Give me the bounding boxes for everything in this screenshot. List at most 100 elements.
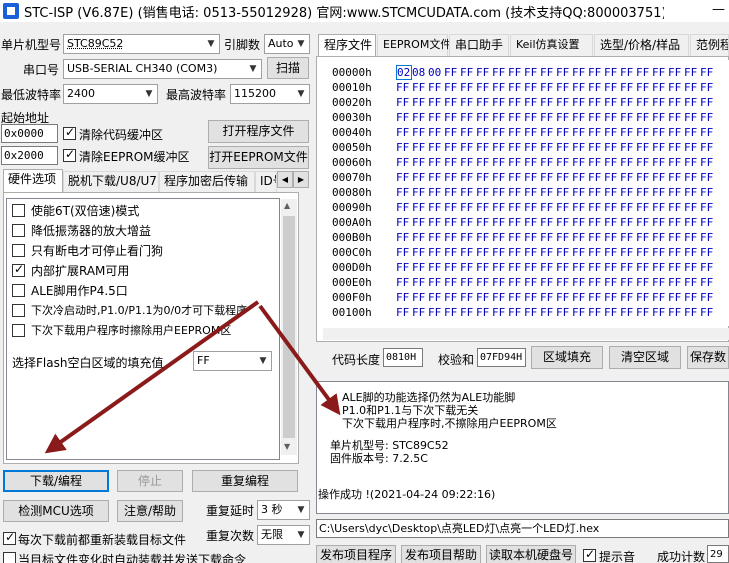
hex-byte[interactable]: FF [428, 246, 444, 259]
option-checkbox[interactable] [12, 284, 25, 297]
hex-byte[interactable]: FF [556, 66, 572, 79]
hex-byte[interactable]: FF [396, 186, 412, 199]
hex-byte[interactable]: FF [460, 291, 476, 304]
hex-byte[interactable]: FF [460, 246, 476, 259]
hex-byte[interactable]: FF [428, 96, 444, 109]
auto-load-checkbox[interactable] [3, 552, 16, 563]
hex-byte[interactable]: FF [540, 111, 556, 124]
hex-byte[interactable]: FF [540, 156, 556, 169]
hex-byte[interactable]: FF [604, 96, 620, 109]
hex-byte[interactable]: FF [524, 306, 540, 319]
hex-byte[interactable]: FF [492, 156, 508, 169]
hex-byte[interactable]: FF [444, 111, 460, 124]
hex-byte[interactable]: FF [556, 246, 572, 259]
hex-byte[interactable]: FF [620, 186, 636, 199]
hex-byte[interactable]: FF [636, 186, 652, 199]
hex-byte[interactable]: FF [700, 171, 716, 184]
hex-byte[interactable]: FF [508, 66, 524, 79]
option-watchdog[interactable]: 只有断电才可停止看门狗 [12, 242, 272, 260]
minimize-button[interactable]: — [708, 0, 729, 22]
hex-byte[interactable]: FF [684, 231, 700, 244]
hex-byte[interactable]: FF [668, 81, 684, 94]
hex-byte[interactable]: FF [460, 66, 476, 79]
hex-byte[interactable]: FF [412, 261, 428, 274]
hex-byte[interactable]: FF [412, 276, 428, 289]
max-baud-select[interactable]: 115200 ▼ [230, 84, 310, 104]
hex-byte[interactable]: FF [492, 291, 508, 304]
hex-byte[interactable]: FF [444, 246, 460, 259]
hex-byte[interactable]: FF [700, 141, 716, 154]
hex-byte[interactable]: FF [460, 231, 476, 244]
hex-byte[interactable]: FF [476, 231, 492, 244]
hex-byte[interactable]: FF [524, 276, 540, 289]
hex-byte[interactable]: FF [588, 156, 604, 169]
hex-byte[interactable]: FF [684, 171, 700, 184]
hex-byte[interactable]: FF [444, 276, 460, 289]
hex-byte[interactable]: FF [572, 261, 588, 274]
hex-byte[interactable]: FF [396, 96, 412, 109]
hex-byte[interactable]: FF [444, 261, 460, 274]
hex-byte[interactable]: FF [588, 81, 604, 94]
hex-byte[interactable]: FF [636, 201, 652, 214]
hex-byte[interactable]: FF [524, 81, 540, 94]
hex-byte[interactable]: FF [508, 126, 524, 139]
hex-byte[interactable]: FF [572, 111, 588, 124]
hex-byte[interactable]: FF [572, 216, 588, 229]
hex-byte[interactable]: FF [572, 306, 588, 319]
hex-byte[interactable]: FF [604, 156, 620, 169]
hex-byte[interactable]: FF [460, 126, 476, 139]
hex-byte[interactable]: FF [476, 291, 492, 304]
detect-mcu-button[interactable]: 检测MCU选项 [3, 500, 109, 522]
hex-byte[interactable]: FF [412, 126, 428, 139]
hex-byte[interactable]: FF [652, 291, 668, 304]
hex-byte[interactable]: FF [428, 231, 444, 244]
hex-byte[interactable]: FF [556, 201, 572, 214]
hex-byte[interactable]: FF [412, 201, 428, 214]
hex-byte[interactable]: FF [652, 186, 668, 199]
hex-byte[interactable]: FF [588, 231, 604, 244]
hex-byte[interactable]: FF [460, 111, 476, 124]
hex-byte[interactable]: FF [492, 261, 508, 274]
pin-select[interactable]: Auto ▼ [264, 34, 310, 54]
hex-byte[interactable]: FF [444, 66, 460, 79]
hex-byte[interactable]: FF [604, 126, 620, 139]
hex-byte[interactable]: FF [588, 306, 604, 319]
option-ext-ram[interactable]: 内部扩展RAM可用 [12, 262, 272, 280]
hex-byte[interactable]: FF [668, 276, 684, 289]
hex-byte[interactable]: FF [524, 66, 540, 79]
hex-byte[interactable]: FF [588, 186, 604, 199]
hex-byte[interactable]: FF [700, 276, 716, 289]
hex-byte[interactable]: FF [620, 156, 636, 169]
hex-byte[interactable]: FF [508, 261, 524, 274]
fill-select[interactable]: FF ▼ [193, 351, 272, 371]
hex-byte[interactable]: FF [508, 96, 524, 109]
hex-byte[interactable]: FF [476, 201, 492, 214]
tab-encrypt[interactable]: 程序加密后传输 [159, 171, 255, 192]
hex-byte[interactable]: FF [556, 186, 572, 199]
hex-byte[interactable]: FF [604, 66, 620, 79]
option-checkbox[interactable] [12, 262, 25, 277]
hex-byte[interactable]: FF [572, 276, 588, 289]
hex-byte[interactable]: FF [428, 261, 444, 274]
hex-byte[interactable]: FF [524, 171, 540, 184]
hex-byte[interactable]: FF [492, 81, 508, 94]
hex-byte[interactable]: FF [604, 186, 620, 199]
hex-byte[interactable]: FF [396, 171, 412, 184]
hex-byte[interactable]: FF [396, 201, 412, 214]
hex-byte[interactable]: FF [540, 276, 556, 289]
hex-byte[interactable]: FF [620, 66, 636, 79]
hex-byte[interactable]: FF [684, 216, 700, 229]
hex-byte[interactable]: FF [508, 291, 524, 304]
hex-byte[interactable]: FF [412, 141, 428, 154]
hex-byte[interactable]: FF [668, 231, 684, 244]
hex-byte[interactable]: FF [588, 291, 604, 304]
hex-byte[interactable]: FF [636, 276, 652, 289]
hex-byte[interactable]: FF [668, 186, 684, 199]
hex-byte[interactable]: FF [524, 291, 540, 304]
tab-scroll-left[interactable]: ◀ [277, 171, 293, 188]
hex-byte[interactable]: FF [652, 306, 668, 319]
hex-byte[interactable]: FF [524, 201, 540, 214]
region-fill-button[interactable]: 区域填充 [531, 346, 603, 369]
hex-byte[interactable]: FF [540, 126, 556, 139]
hex-byte[interactable]: FF [620, 126, 636, 139]
